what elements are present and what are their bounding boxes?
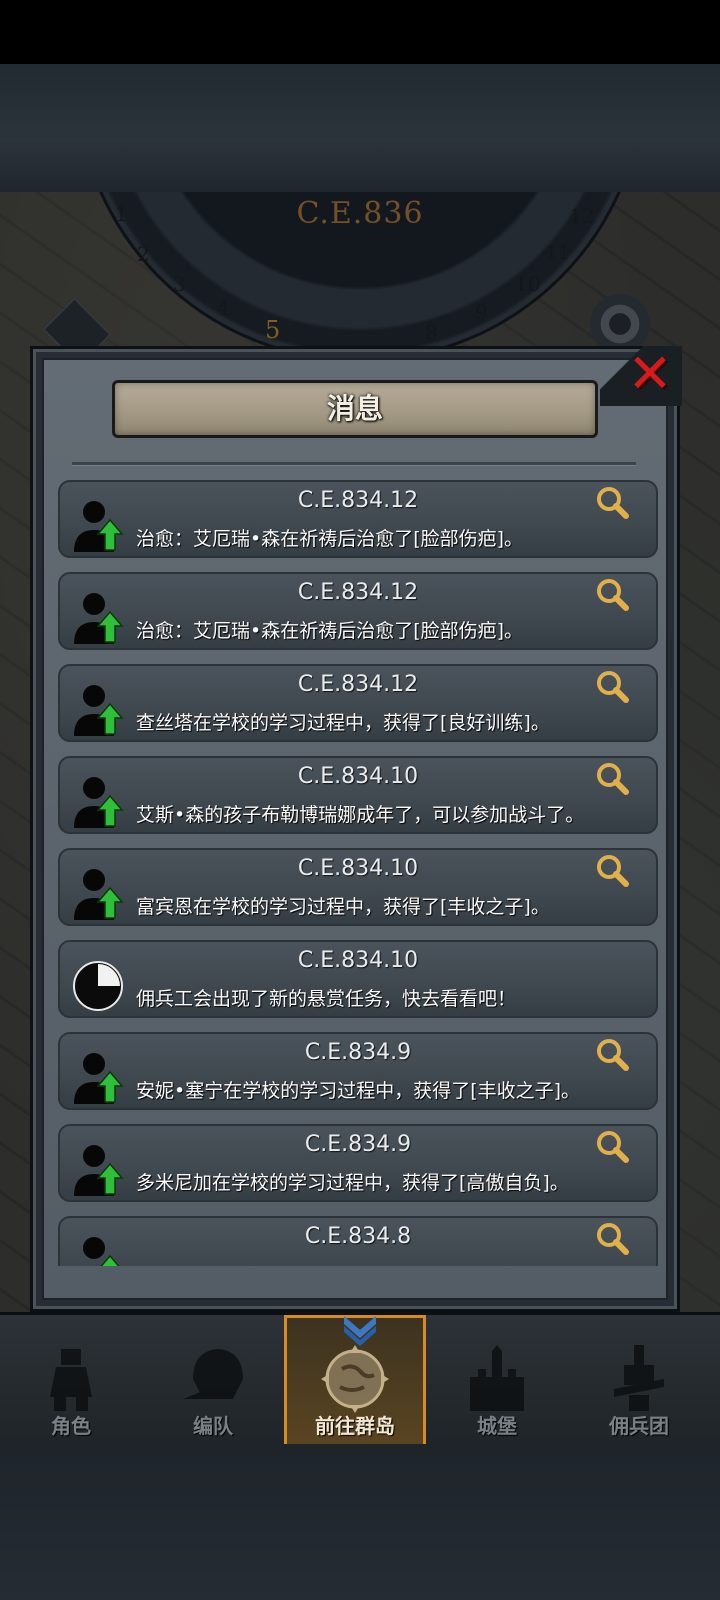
message-date: C.E.834.10 [297, 764, 419, 789]
message-row[interactable]: C.E.834.9 安妮•塞宁在学校的学习过程中，获得了[丰收之子]。 [58, 1032, 658, 1110]
nav-tab-label: 前往群岛 [315, 1414, 395, 1438]
message-list[interactable]: C.E.834.12 治愈：艾厄瑞•森在祈祷后治愈了[脸部伤疤]。 C.E.834.… [58, 480, 658, 1266]
message-row[interactable]: C.E.834.10 佣兵工会出现了新的悬赏任务，快去看看吧！ [58, 940, 658, 1018]
search-icon[interactable] [594, 760, 630, 796]
message-row[interactable]: C.E.834.12 治愈：艾厄瑞•森在祈祷后治愈了[脸部伤疤]。 [58, 480, 658, 558]
message-date: C.E.834.12 [297, 488, 419, 513]
nav-tab-mercenaries[interactable]: 佣兵团 [568, 1315, 710, 1447]
message-text: 查丝塔在学校的学习过程中，获得了[良好训练]。 [136, 712, 550, 734]
knight-icon [50, 1349, 92, 1411]
nav-tab-label: 佣兵团 [609, 1414, 669, 1438]
nav-tab-label: 城堡 [477, 1414, 517, 1438]
close-button[interactable]: ✕ [624, 347, 676, 401]
title-divider [72, 462, 636, 466]
message-date: C.E.834.9 [304, 1040, 412, 1065]
message-text: 佣兵工会出现了新的悬赏任务，快去看看吧！ [136, 988, 517, 1010]
nav-tab-label: 角色 [51, 1414, 91, 1438]
message-date: C.E.834.12 [297, 580, 419, 605]
message-date: C.E.834.9 [304, 1132, 412, 1157]
search-icon[interactable] [594, 852, 630, 888]
nav-tab-label: 编队 [193, 1414, 233, 1438]
message-row[interactable]: C.E.834.9 多米尼加在学校的学习过程中，获得了[高傲自负]。 [58, 1124, 658, 1202]
search-icon[interactable] [594, 576, 630, 612]
message-row[interactable]: C.E.834.8 [58, 1216, 658, 1266]
message-text: 治愈：艾厄瑞•森在祈祷后治愈了[脸部伤疤]。 [136, 620, 524, 642]
message-text: 富宾恩在学校的学习过程中，获得了[丰收之子]。 [136, 896, 550, 918]
message-date: C.E.834.10 [297, 856, 419, 881]
chevron-down-icon [344, 1316, 376, 1346]
mercenary-icon [614, 1345, 664, 1411]
search-icon[interactable] [594, 1220, 630, 1256]
message-date: C.E.834.8 [304, 1224, 412, 1249]
search-icon[interactable] [594, 484, 630, 520]
message-row[interactable]: C.E.834.10 艾斯•森的孩子布勒博瑞娜成年了，可以参加战斗了。 [58, 756, 658, 834]
search-icon[interactable] [594, 1128, 630, 1164]
search-icon[interactable] [594, 1036, 630, 1072]
message-text: 治愈：艾厄瑞•森在祈祷后治愈了[脸部伤疤]。 [136, 528, 524, 550]
message-row[interactable]: C.E.834.10 富宾恩在学校的学习过程中，获得了[丰收之子]。 [58, 848, 658, 926]
search-icon[interactable] [594, 668, 630, 704]
nav-tab-castle[interactable]: 城堡 [426, 1315, 568, 1447]
message-text: 多米尼加在学校的学习过程中，获得了[高傲自负]。 [136, 1172, 569, 1194]
dialog-title: 消息 [326, 392, 383, 425]
message-text: 安妮•塞宁在学校的学习过程中，获得了[丰收之子]。 [136, 1080, 581, 1102]
message-text: 艾斯•森的孩子布勒博瑞娜成年了，可以参加战斗了。 [136, 804, 585, 826]
message-row[interactable]: C.E.834.12 查丝塔在学校的学习过程中，获得了[良好训练]。 [58, 664, 658, 742]
helmet-icon [183, 1349, 243, 1399]
message-row[interactable]: C.E.834.12 治愈：艾厄瑞•森在祈祷后治愈了[脸部伤疤]。 [58, 572, 658, 650]
compass-globe-icon [321, 1345, 389, 1413]
nav-tab-characters[interactable]: 角色 [0, 1315, 142, 1447]
nav-tab-formation[interactable]: 编队 [142, 1315, 284, 1447]
status-bar [0, 0, 720, 64]
castle-icon [470, 1345, 524, 1411]
message-date: C.E.834.10 [297, 948, 419, 973]
message-date: C.E.834.12 [297, 672, 419, 697]
bottom-fog [0, 1444, 720, 1600]
top-fog [0, 64, 720, 192]
